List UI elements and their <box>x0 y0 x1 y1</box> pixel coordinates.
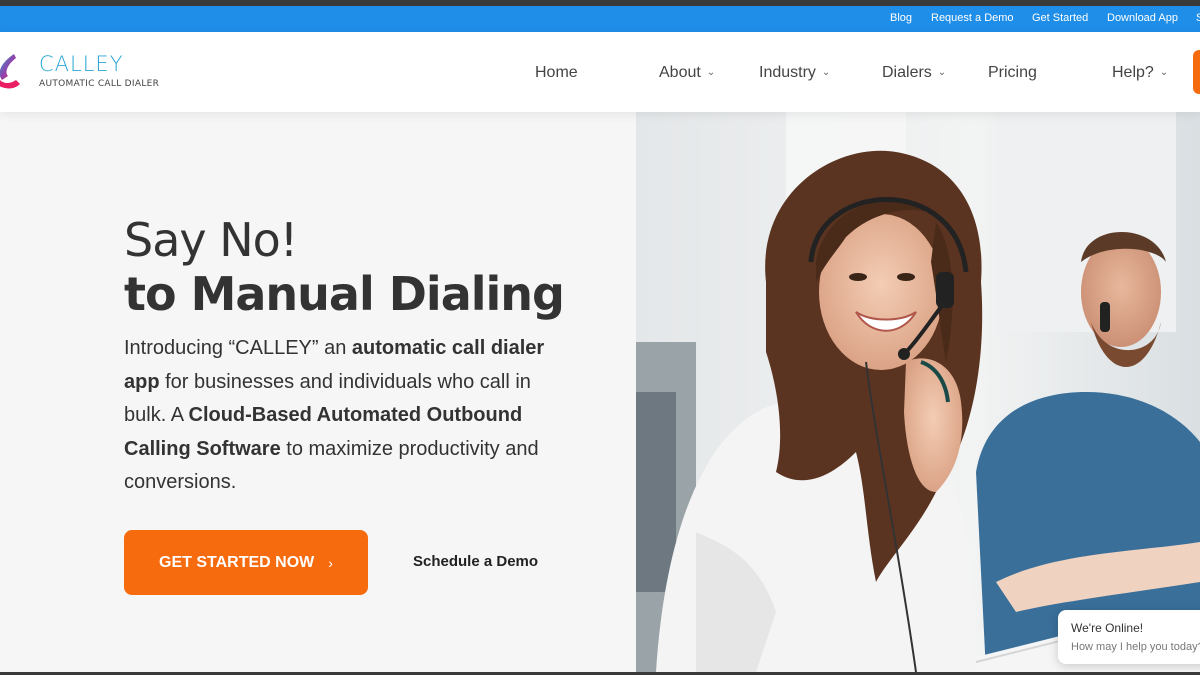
nav-help[interactable]: Help? ⌄ <box>1112 64 1168 82</box>
brand-tagline: AUTOMATIC CALL DIALER <box>39 79 160 89</box>
nav-help-label: Help? <box>1112 64 1154 81</box>
get-started-label: GET STARTED NOW <box>159 553 315 571</box>
main-header: CALLEY AUTOMATIC CALL DIALER Home About ⌄… <box>0 32 1200 112</box>
brand-name[interactable]: CALLEY <box>39 52 124 76</box>
chevron-down-icon: ⌄ <box>821 67 831 78</box>
schedule-demo-link[interactable]: Schedule a Demo <box>413 553 538 570</box>
hero-title-prefix: to <box>124 267 191 321</box>
get-started-now-button[interactable]: GET STARTED NOW › <box>124 530 368 595</box>
nav-pricing-label: Pricing <box>988 64 1037 81</box>
nav-home[interactable]: Home <box>535 64 578 82</box>
hero-title-line2: to Manual Dialing <box>124 267 565 321</box>
calley-logo-icon[interactable] <box>0 50 24 96</box>
nav-pricing[interactable]: Pricing <box>988 64 1037 82</box>
chat-subtitle: How may I help you today? <box>1071 641 1200 653</box>
nav-about-label: About <box>659 64 701 81</box>
chevron-down-icon: ⌄ <box>706 67 716 78</box>
hero-title-line1: Say No! <box>124 213 298 267</box>
chevron-down-icon: ⌄ <box>1159 67 1169 78</box>
nav-industry[interactable]: Industry ⌄ <box>759 64 830 82</box>
hero-description: Introducing “CALLEY” an automatic call d… <box>124 332 574 500</box>
top-link-get-started[interactable]: Get Started <box>1032 12 1088 24</box>
chat-title: We're Online! <box>1071 621 1144 635</box>
nav-home-label: Home <box>535 64 578 81</box>
chevron-right-icon: › <box>328 554 333 571</box>
nav-dialers-label: Dialers <box>882 64 932 81</box>
chevron-down-icon: ⌄ <box>937 67 947 78</box>
nav-about[interactable]: About ⌄ <box>659 64 715 82</box>
hero-desc-text-1: Introducing “CALLEY” an <box>124 337 352 359</box>
nav-cta-button[interactable] <box>1193 50 1200 94</box>
top-link-request-demo[interactable]: Request a Demo <box>931 12 1014 24</box>
top-link-blog[interactable]: Blog <box>890 12 912 24</box>
call-center-agents-image <box>636 112 1200 672</box>
top-link-download-app[interactable]: Download App <box>1107 12 1178 24</box>
top-utility-bar: Blog Request a Demo Get Started Download… <box>0 6 1200 32</box>
hero-photo <box>636 112 1200 672</box>
live-chat-widget[interactable]: We're Online! How may I help you today? <box>1058 610 1200 664</box>
hero-title-emphasis: Manual Dialing <box>190 267 565 321</box>
nav-dialers[interactable]: Dialers ⌄ <box>882 64 946 82</box>
top-link-truncated[interactable]: S <box>1196 12 1200 24</box>
nav-industry-label: Industry <box>759 64 816 81</box>
